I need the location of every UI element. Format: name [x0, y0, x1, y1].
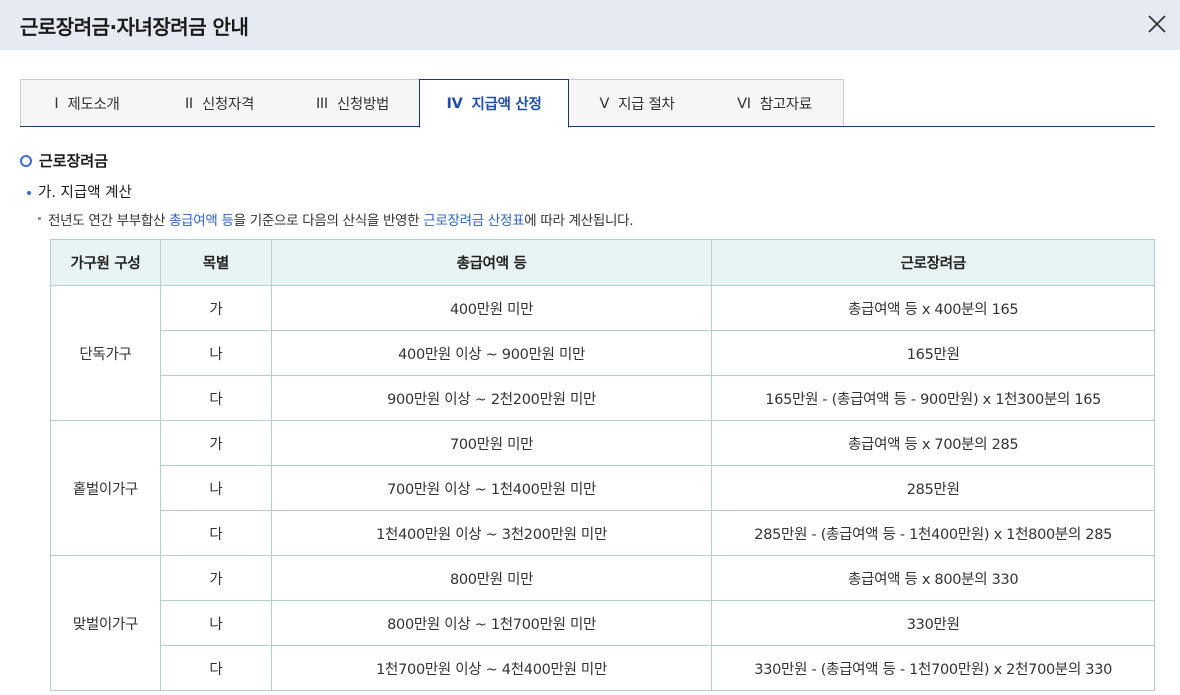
item-cell: 다	[159, 645, 272, 691]
tab-label: 참고자료	[759, 97, 812, 113]
item-cell: 나	[159, 600, 272, 646]
table-row: 맞벌이가구 가 800만원 미만 총급여액 등 x 800분의 330	[50, 555, 1155, 691]
item-cell: 가	[159, 285, 272, 331]
benefit-cell: 285만원 - (총급여액 등 - 1천400만원) x 1천800분의 285	[711, 510, 1155, 556]
household-type: 맞벌이가구	[50, 555, 161, 691]
item-cell: 가	[159, 420, 272, 466]
tab-number: III	[315, 95, 328, 112]
tab-intro[interactable]: I 제도소개	[20, 79, 154, 127]
section-title: 근로장려금	[39, 152, 109, 170]
item-cell: 나	[159, 330, 272, 376]
total-income-link[interactable]: 총급여액 등	[169, 213, 234, 229]
household-type: 홑벌이가구	[50, 420, 161, 556]
header-item: 목별	[159, 239, 272, 286]
table-header-row: 가구원 구성 목별 총급여액 등 근로장려금	[50, 239, 1155, 286]
title-bar: 근로장려금·자녀장려금 안내	[0, 0, 1180, 50]
tab-number: VI	[737, 95, 751, 112]
tab-number: I	[54, 95, 59, 112]
benefit-cell: 165만원	[711, 330, 1155, 376]
income-cell: 1천400만원 이상 ~ 3천200만원 미만	[270, 510, 713, 556]
page-title: 근로장려금·자녀장려금 안내	[20, 15, 249, 39]
benefit-cell: 165만원 - (총급여액 등 - 900만원) x 1천300분의 165	[711, 375, 1155, 421]
subsection-title: 가. 지급액 계산	[38, 185, 132, 201]
income-cell: 800만원 이상 ~ 1천700만원 미만	[270, 600, 713, 646]
tab-label: 지급 절차	[618, 97, 675, 113]
income-cell: 700만원 이상 ~ 1천400만원 미만	[270, 465, 713, 511]
tab-label: 신청방법	[336, 97, 390, 113]
square-bullet-icon	[38, 217, 41, 220]
benefit-table: 가구원 구성 목별 총급여액 등 근로장려금 단독가구 가 400만원 미만 총…	[50, 239, 1155, 691]
close-icon[interactable]	[1146, 13, 1168, 35]
table-row: 나 800만원 이상 ~ 1천700만원 미만 330만원	[51, 600, 1155, 646]
tab-label: 제도소개	[67, 97, 120, 113]
table-row: 나 700만원 이상 ~ 1천400만원 미만 285만원	[51, 465, 1155, 511]
subsection-heading: 가. 지급액 계산	[27, 181, 132, 202]
benefit-cell: 총급여액 등 x 800분의 330	[711, 555, 1155, 601]
income-cell: 800만원 미만	[270, 555, 713, 601]
tab-bar: I 제도소개 II 신청자격 III 신청방법 IV 지급액 산정 V 지급 절…	[20, 79, 1155, 128]
note-text: 전년도 연간 부부합산	[48, 213, 170, 229]
income-cell: 700만원 미만	[270, 420, 713, 466]
table-row: 다 900만원 이상 ~ 2천200만원 미만 165만원 - (총급여액 등 …	[51, 375, 1155, 421]
header-benefit: 근로장려금	[711, 239, 1155, 286]
table-row: 단독가구 가 400만원 미만 총급여액 등 x 400분의 165	[50, 285, 1155, 421]
note-text: 을 기준으로 다음의 산식을 반영한	[233, 213, 424, 229]
section-heading: 근로장려금	[20, 150, 108, 171]
ring-bullet-icon	[20, 155, 32, 167]
item-cell: 다	[159, 510, 272, 556]
tab-underline	[20, 126, 1155, 127]
benefit-cell: 총급여액 등 x 400분의 165	[711, 285, 1155, 331]
header-income: 총급여액 등	[270, 239, 713, 286]
income-cell: 400만원 미만	[270, 285, 713, 331]
benefit-cell: 330만원 - (총급여액 등 - 1천700만원) x 2천700분의 330	[711, 645, 1155, 691]
income-cell: 1천700만원 이상 ~ 4천400만원 미만	[270, 645, 713, 691]
tab-label: 신청자격	[201, 97, 255, 113]
item-cell: 다	[159, 375, 272, 421]
tab-eligibility[interactable]: II 신청자격	[153, 79, 287, 127]
tab-number: II	[184, 95, 193, 112]
tab-how-to-apply[interactable]: III 신청방법	[286, 79, 420, 127]
benefit-cell: 330만원	[711, 600, 1155, 646]
tab-amount-calc[interactable]: IV 지급액 산정	[419, 79, 569, 128]
income-cell: 900만원 이상 ~ 2천200만원 미만	[270, 375, 713, 421]
benefit-cell: 285만원	[711, 465, 1155, 511]
item-cell: 가	[159, 555, 272, 601]
tab-references[interactable]: VI 참고자료	[706, 79, 844, 127]
table-row: 다 1천700만원 이상 ~ 4천400만원 미만 330만원 - (총급여액 …	[51, 645, 1155, 691]
tab-payment-process[interactable]: V 지급 절차	[568, 79, 707, 127]
table-row: 다 1천400만원 이상 ~ 3천200만원 미만 285만원 - (총급여액 …	[51, 510, 1155, 556]
tab-number: V	[599, 95, 610, 112]
table-row: 홑벌이가구 가 700만원 미만 총급여액 등 x 700분의 285	[50, 420, 1155, 556]
item-cell: 나	[159, 465, 272, 511]
tab-label: 지급액 산정	[471, 97, 542, 113]
tab-number: IV	[446, 95, 463, 112]
household-type: 단독가구	[50, 285, 161, 421]
income-cell: 400만원 이상 ~ 900만원 미만	[270, 330, 713, 376]
benefit-table-link[interactable]: 근로장려금 산정표	[423, 213, 524, 229]
dot-bullet-icon	[27, 191, 31, 195]
header-household: 가구원 구성	[50, 239, 161, 286]
calculation-note: 전년도 연간 부부합산 총급여액 등을 기준으로 다음의 산식을 반영한 근로장…	[38, 209, 633, 229]
table-row: 나 400만원 이상 ~ 900만원 미만 165만원	[51, 330, 1155, 376]
benefit-cell: 총급여액 등 x 700분의 285	[711, 420, 1155, 466]
note-text: 에 따라 계산됩니다.	[524, 213, 634, 229]
